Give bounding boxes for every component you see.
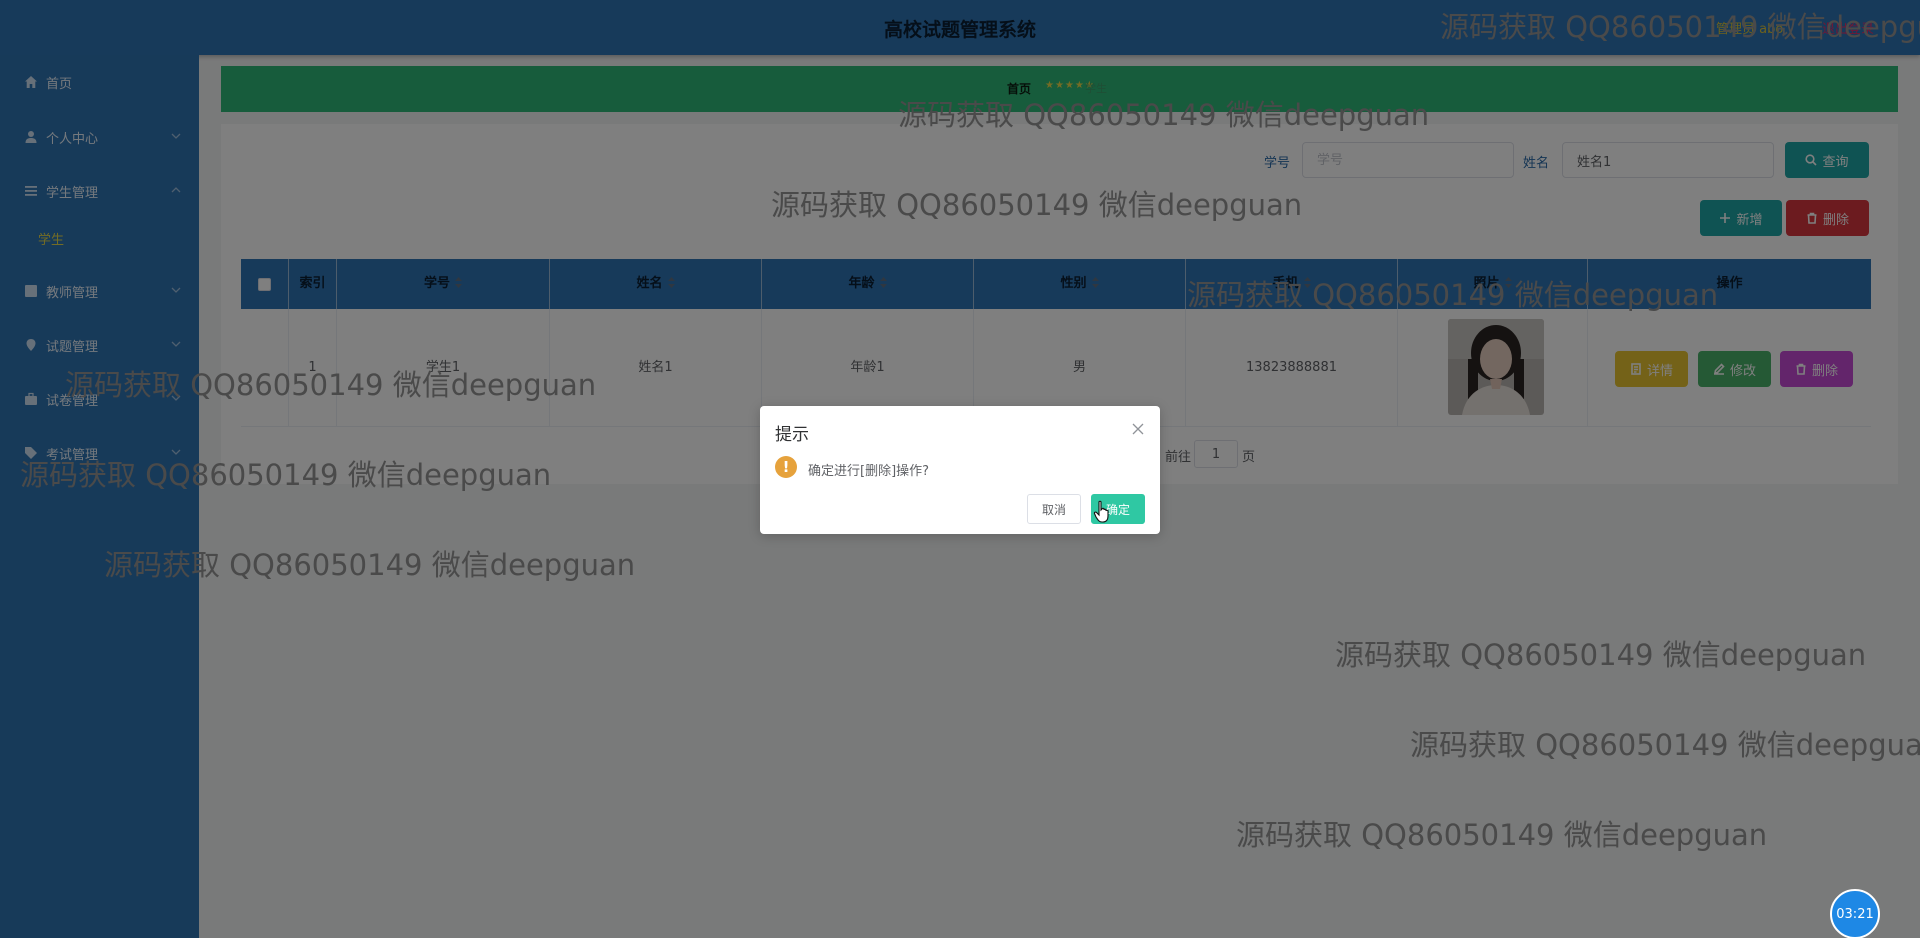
watermark-text: 源码获取 QQ86050149 微信deepguan xyxy=(1236,818,1768,852)
recording-timer: 03:21 xyxy=(1830,889,1880,938)
watermark-text: 源码获取 QQ86050149 微信deepguan xyxy=(1187,278,1719,312)
watermark-text: 源码获取 QQ86050149 微信deepguan xyxy=(65,368,597,402)
dialog-title: 提示 xyxy=(775,425,809,445)
watermark-text: 源码获取 QQ86050149 微信deepguan xyxy=(1440,10,1920,44)
warning-icon: ! xyxy=(775,456,797,478)
watermark-text: 源码获取 QQ86050149 微信deepguan xyxy=(104,548,636,582)
cancel-button[interactable]: 取消 xyxy=(1027,494,1081,524)
watermark-text: 源码获取 QQ86050149 微信deepguan xyxy=(20,458,552,492)
hand-cursor-icon xyxy=(1093,500,1109,523)
watermark-text: 源码获取 QQ86050149 微信deepguan xyxy=(898,98,1430,132)
watermark-text: 源码获取 QQ86050149 微信deepguan xyxy=(1410,728,1920,762)
close-icon[interactable] xyxy=(1132,423,1144,435)
watermark-text: 源码获取 QQ86050149 微信deepguan xyxy=(771,188,1303,222)
watermark-text: 源码获取 QQ86050149 微信deepguan xyxy=(1335,638,1867,672)
dialog-message: 确定进行[删除]操作? xyxy=(808,464,930,479)
